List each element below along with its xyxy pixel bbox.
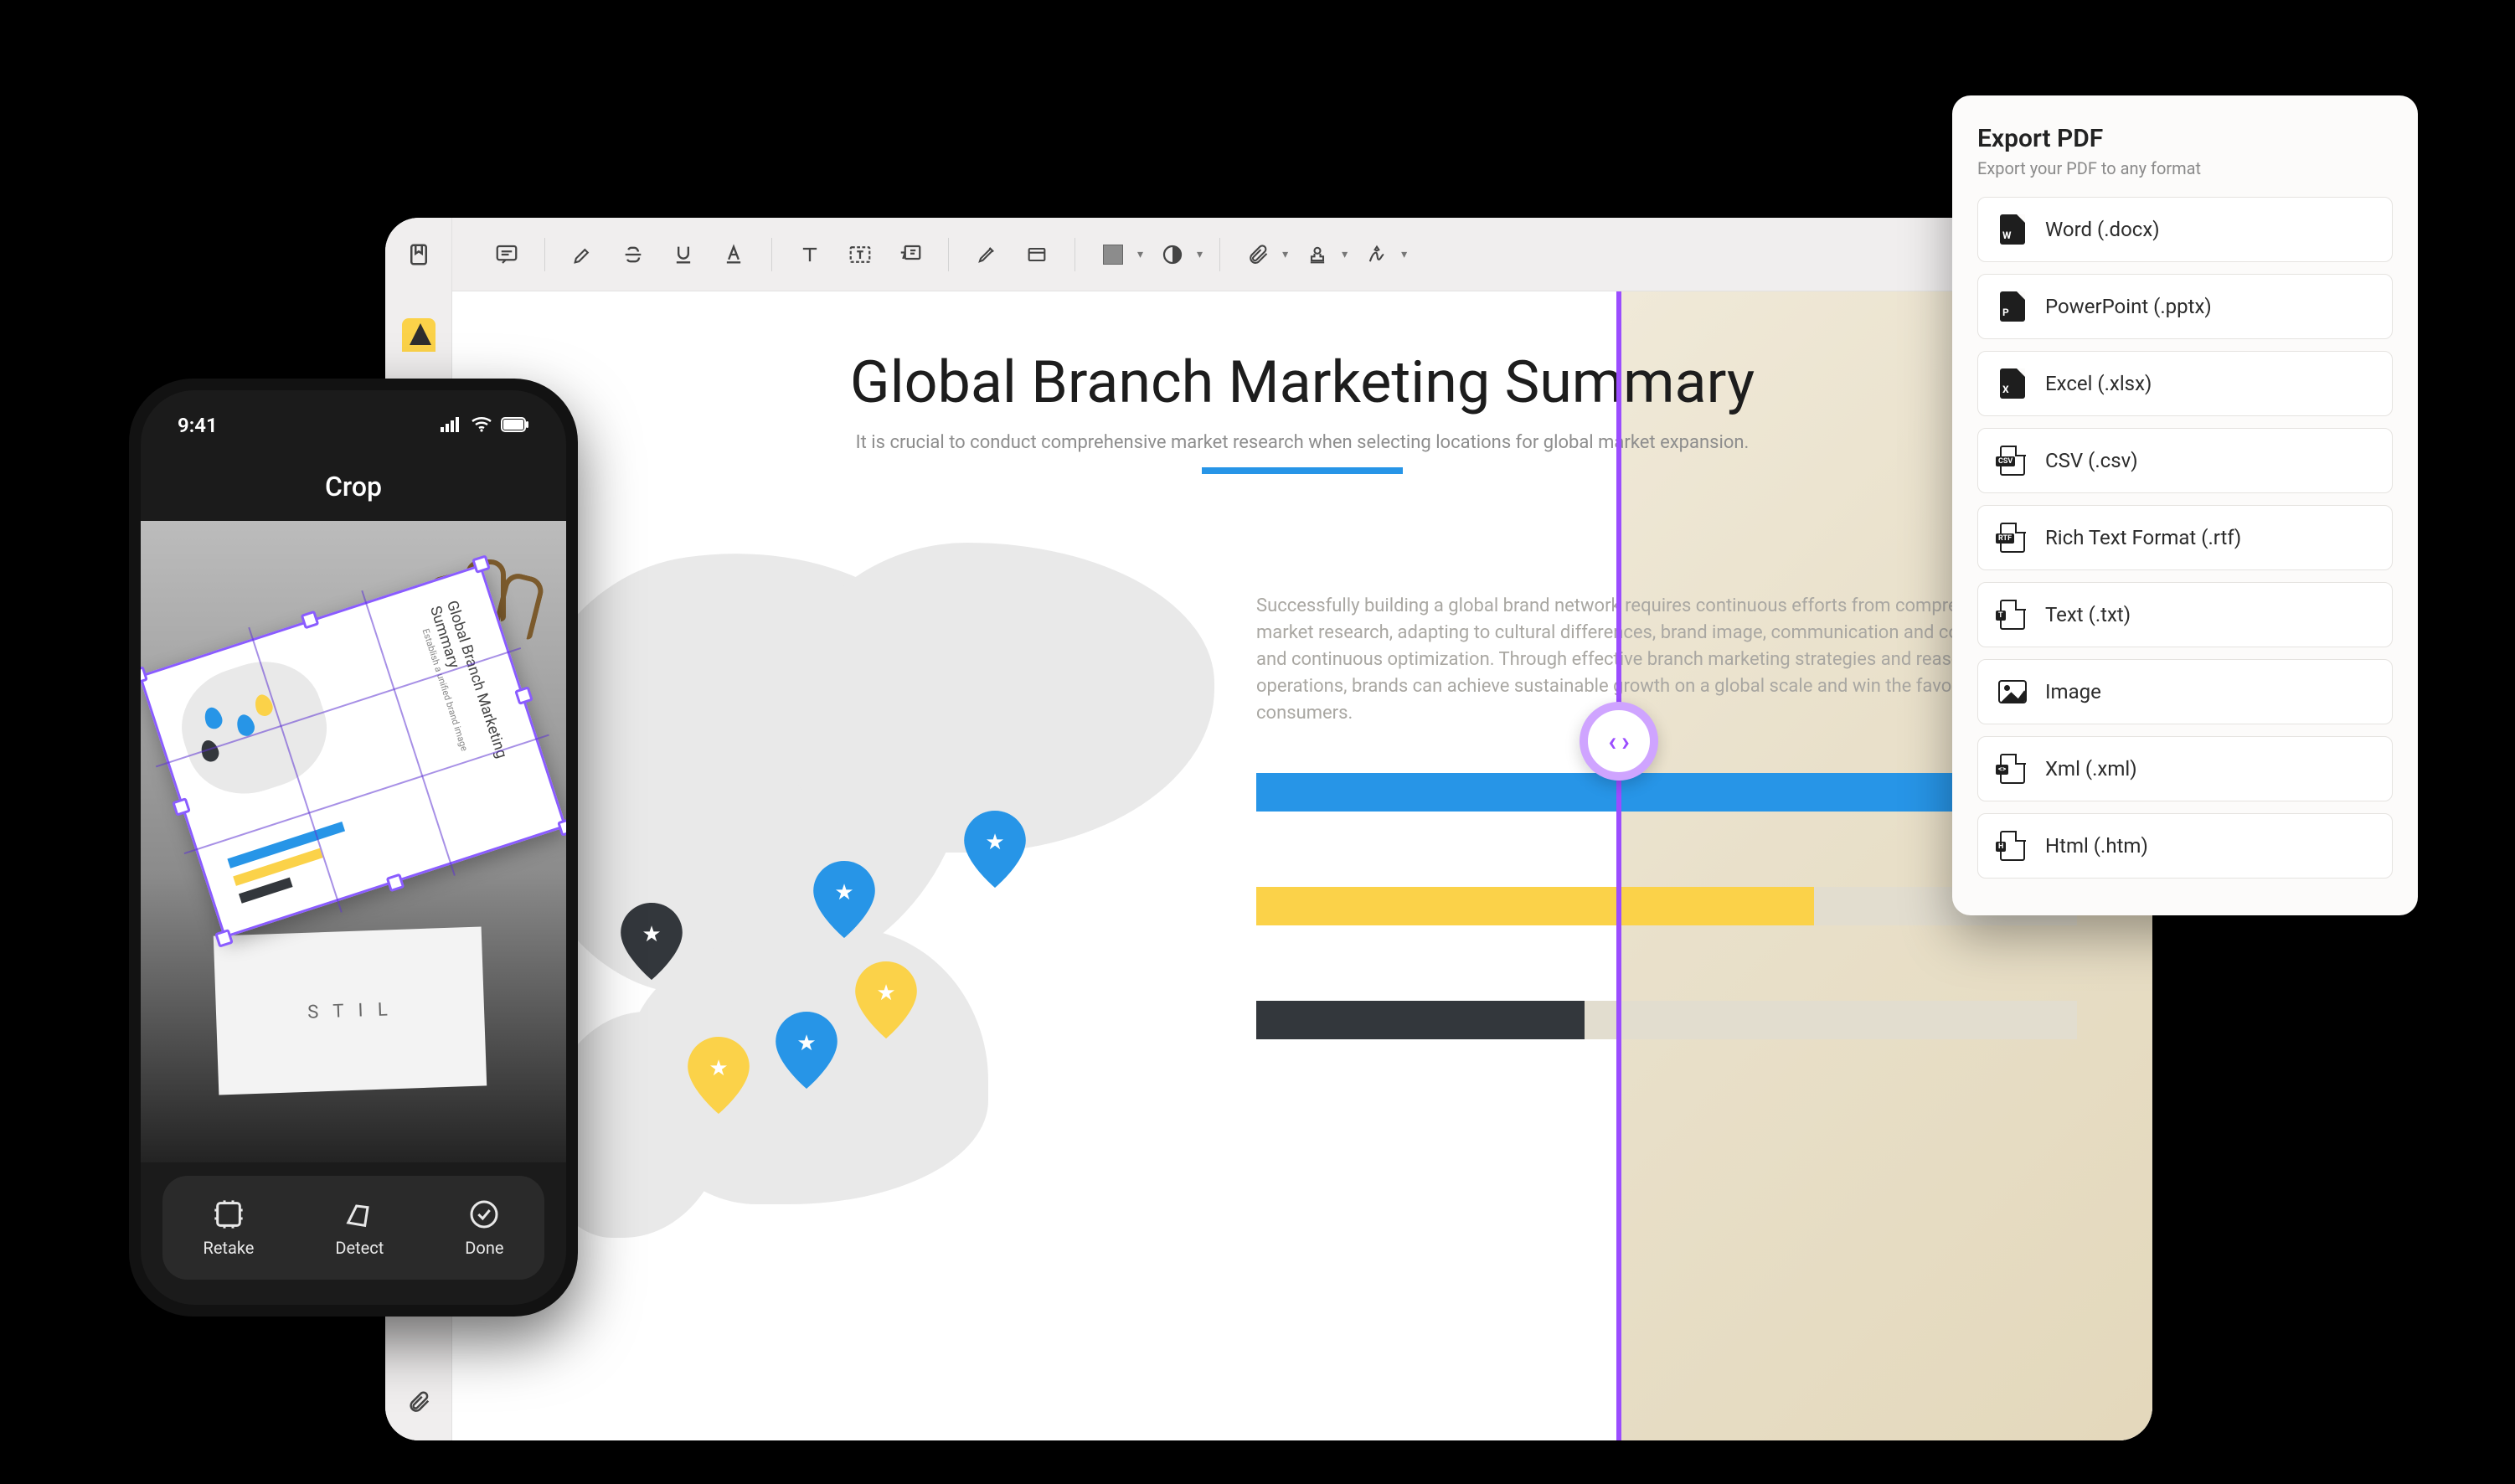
done-label: Done: [465, 1238, 503, 1258]
export-option-label: Text (.txt): [2045, 603, 2131, 626]
export-option-label: Rich Text Format (.rtf): [2045, 526, 2241, 549]
chevron-down-icon[interactable]: ▾: [1197, 248, 1203, 261]
export-option[interactable]: X Excel (.xlsx): [1977, 351, 2393, 416]
file-type-icon: P: [1998, 292, 2027, 321]
attachment-icon[interactable]: [402, 1385, 435, 1419]
text-tool-icon[interactable]: [789, 234, 831, 276]
crop-toolbar: Retake Detect Done: [162, 1176, 544, 1280]
file-type-icon: [1998, 678, 2027, 706]
map-pin: ★: [687, 1037, 750, 1114]
retake-label: Retake: [204, 1238, 255, 1258]
map-pin: ★: [854, 961, 918, 1038]
export-option[interactable]: T Text (.txt): [1977, 582, 2393, 647]
chevron-down-icon[interactable]: ▾: [1401, 248, 1407, 261]
tablet-editor-window: ▾ ▾ ▾ ▾ ▾ Global Branch Marketing Summar…: [385, 218, 2152, 1440]
preview-bars: [224, 810, 369, 904]
map-pin: ★: [812, 861, 876, 938]
chevron-right-icon: ›: [1621, 725, 1630, 757]
export-option-label: Xml (.xml): [2045, 757, 2137, 781]
export-option[interactable]: CSV CSV (.csv): [1977, 428, 2393, 493]
editor-toolbar: ▾ ▾ ▾ ▾ ▾: [452, 218, 2152, 291]
export-option-label: Image: [2045, 680, 2101, 703]
document-canvas: Global Branch Marketing Summary It is cr…: [452, 291, 2152, 1440]
strikethrough-icon[interactable]: [612, 234, 654, 276]
file-type-icon: H: [1998, 832, 2027, 860]
export-option[interactable]: Image: [1977, 659, 2393, 724]
status-time: 9:41: [178, 414, 218, 437]
highlighter-icon[interactable]: [562, 234, 604, 276]
crop-screen-title: Crop: [141, 471, 566, 502]
phone-status-bar: 9:41: [141, 409, 566, 442]
export-panel: Export PDF Export your PDF to any format…: [1952, 95, 2418, 915]
map-graphic: ★★★★★★: [494, 543, 1223, 1179]
file-type-icon: X: [1998, 369, 2027, 398]
attach-icon[interactable]: [1237, 234, 1279, 276]
file-type-icon: RTF: [1998, 523, 2027, 552]
stamp-icon[interactable]: [1296, 234, 1338, 276]
export-option[interactable]: RTF Rich Text Format (.rtf): [1977, 505, 2393, 570]
chevron-down-icon[interactable]: ▾: [1137, 248, 1143, 261]
signature-icon[interactable]: [1356, 234, 1398, 276]
detect-button[interactable]: Detect: [335, 1198, 384, 1258]
file-type-icon: CSV: [1998, 446, 2027, 475]
retake-button[interactable]: Retake: [204, 1198, 255, 1258]
export-option-label: Html (.htm): [2045, 834, 2148, 858]
document-title: Global Branch Marketing Summary: [452, 348, 2152, 417]
export-option[interactable]: <> Xml (.xml): [1977, 736, 2393, 801]
phone-scanner-mock: 9:41 Crop S T I L Global Branch Marketin…: [129, 379, 578, 1317]
callout-icon[interactable]: [889, 234, 931, 276]
map-pin: ★: [775, 1012, 838, 1089]
file-type-icon: <>: [1998, 755, 2027, 783]
export-option[interactable]: H Html (.htm): [1977, 813, 2393, 879]
export-option-label: Excel (.xlsx): [2045, 372, 2152, 395]
annotate-tool[interactable]: [402, 318, 435, 352]
shape-icon[interactable]: [1016, 234, 1058, 276]
stil-text: S T I L: [307, 999, 393, 1023]
map-pin: ★: [963, 811, 1027, 888]
title-underline: [1202, 467, 1403, 474]
toolbar-separator: [1219, 238, 1220, 271]
textbox-icon[interactable]: [839, 234, 881, 276]
export-option[interactable]: P PowerPoint (.pptx): [1977, 274, 2393, 339]
export-subtitle: Export your PDF to any format: [1977, 158, 2393, 178]
toolbar-separator: [771, 238, 772, 271]
compare-slider-handle[interactable]: ‹ ›: [1580, 702, 1658, 781]
map-land: [779, 543, 1214, 853]
underline-icon[interactable]: [662, 234, 704, 276]
export-title: Export PDF: [1977, 124, 2393, 153]
text-color-icon[interactable]: [713, 234, 755, 276]
battery-icon: [501, 414, 529, 437]
toolbar-separator: [544, 238, 545, 271]
done-button[interactable]: Done: [465, 1198, 503, 1258]
export-option-label: Word (.docx): [2045, 218, 2160, 241]
map-pin: ★: [620, 903, 683, 980]
chevron-down-icon[interactable]: ▾: [1282, 248, 1288, 261]
wifi-icon: [471, 414, 492, 437]
chart-bar: [1256, 1001, 2077, 1039]
file-type-icon: T: [1998, 600, 2027, 629]
document-subtitle: It is crucial to conduct comprehensive m…: [452, 432, 2152, 453]
export-option[interactable]: W Word (.docx): [1977, 197, 2393, 262]
stil-card-photo: S T I L: [214, 926, 487, 1095]
comment-icon[interactable]: [486, 234, 528, 276]
chevron-left-icon: ‹: [1608, 725, 1616, 757]
signal-icon: [441, 414, 462, 437]
export-option-label: PowerPoint (.pptx): [2045, 295, 2212, 318]
area-highlight-icon[interactable]: [966, 234, 1008, 276]
file-type-icon: W: [1998, 215, 2027, 244]
toolbar-separator: [948, 238, 949, 271]
compare-slider-line[interactable]: [1616, 291, 1621, 1440]
opacity-icon[interactable]: [1152, 234, 1193, 276]
crop-canvas[interactable]: S T I L Global Branch Marketing Summary …: [141, 521, 566, 1162]
chevron-down-icon[interactable]: ▾: [1342, 248, 1348, 261]
detect-label: Detect: [335, 1238, 384, 1258]
export-option-label: CSV (.csv): [2045, 449, 2138, 472]
fill-color-icon[interactable]: [1092, 234, 1134, 276]
bookmark-icon[interactable]: [402, 238, 435, 271]
